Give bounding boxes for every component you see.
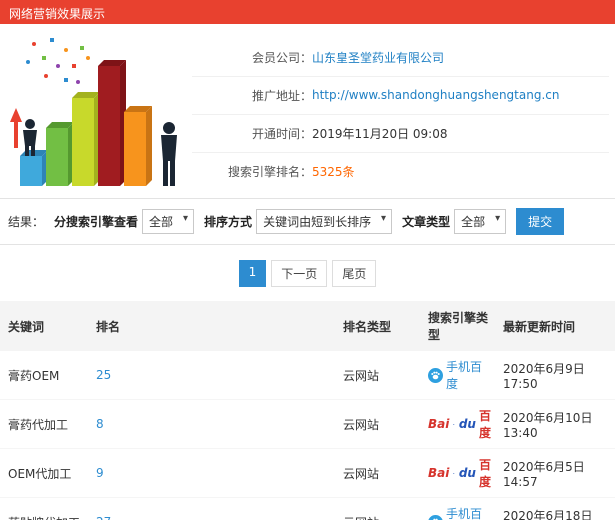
company-label: 会员公司： — [251, 50, 312, 65]
rank-link[interactable]: 8 — [88, 399, 335, 449]
type-filter-group: 文章类型 全部 — [402, 209, 507, 234]
open-time-value: 2019年11月20日 09:08 — [312, 126, 448, 141]
rank-count-label: 搜索引擎排名： — [227, 164, 312, 179]
col-updated: 最新更新时间 — [495, 301, 615, 351]
filters-bar: 结果： 分搜索引擎查看 全部 排序方式 关键词由短到长排序 文章类型 全部 提交 — [0, 198, 615, 245]
baidu-logo-du: du — [458, 417, 476, 431]
open-time-label: 开通时间： — [251, 126, 312, 141]
table-row: 药贴牌代加工 27 云网站 手机百度 2020年6月18日 10:25 — [0, 497, 615, 520]
keyword-cell: 膏药OEM — [0, 351, 88, 400]
keyword-cell: 膏药代加工 — [0, 399, 88, 449]
keyword-cell: 药贴牌代加工 — [0, 497, 88, 520]
info-row-open-time: 开通时间： 2019年11月20日 09:08 — [192, 115, 609, 153]
promo-url-link[interactable]: http://www.shandonghuangshengtang.cn — [312, 88, 559, 102]
table-header-row: 关键词 排名 排名类型 搜索引擎类型 最新更新时间 — [0, 301, 615, 351]
promo-url-label: 推广地址： — [251, 88, 312, 103]
table-row: OEM代加工 9 云网站 Bai du 百度 2020年6月5日 14:57 — [0, 448, 615, 498]
info-row-rank-count: 搜索引擎排名： 5325条 — [192, 153, 609, 190]
results-table: 关键词 排名 排名类型 搜索引擎类型 最新更新时间 膏药OEM 25 云网站 手… — [0, 301, 615, 520]
mobile-baidu-label: 手机百度 — [446, 360, 483, 391]
baidu-logo-bai: Bai — [428, 417, 450, 431]
engine-select[interactable]: 全部 — [142, 209, 195, 234]
col-keyword: 关键词 — [0, 301, 88, 351]
baidu-logo-du: du — [458, 466, 476, 480]
pagination: 1 下一页 尾页 — [0, 245, 615, 301]
type-select[interactable]: 全部 — [454, 209, 507, 234]
info-panel: 会员公司： 山东皇圣堂药业有限公司 推广地址： http://www.shand… — [0, 24, 615, 198]
col-rank-type: 排名类型 — [335, 301, 420, 351]
engine-filter-group: 分搜索引擎查看 全部 — [54, 209, 195, 234]
table-row: 膏药OEM 25 云网站 手机百度 2020年6月9日 17:50 — [0, 351, 615, 400]
rank-count-value: 5325条 — [312, 164, 355, 179]
info-row-company: 会员公司： 山东皇圣堂药业有限公司 — [192, 39, 609, 77]
rank-type-cell: 云网站 — [335, 497, 420, 520]
sort-select[interactable]: 关键词由短到长排序 — [256, 209, 393, 234]
rank-type-cell: 云网站 — [335, 399, 420, 449]
next-page-button[interactable]: 下一页 — [271, 260, 328, 287]
app-header: 网络营销效果展示 — [0, 0, 615, 24]
info-rows: 会员公司： 山东皇圣堂药业有限公司 推广地址： http://www.shand… — [192, 30, 615, 198]
page-title: 网络营销效果展示 — [9, 7, 106, 21]
col-rank: 排名 — [88, 301, 335, 351]
engine-filter-label: 分搜索引擎查看 — [54, 215, 139, 229]
baidu-logo-bai: Bai — [428, 466, 450, 480]
keyword-cell: OEM代加工 — [0, 448, 88, 498]
mobile-baidu-icon — [428, 368, 443, 383]
baidu-logo-cn: 百度 — [478, 458, 491, 489]
submit-button[interactable]: 提交 — [516, 208, 565, 235]
baidu-paw-icon — [453, 468, 454, 479]
rank-link[interactable]: 27 — [88, 497, 335, 520]
sort-filter-group: 排序方式 关键词由短到长排序 — [204, 209, 393, 234]
result-label: 结果： — [8, 215, 45, 229]
page-1-button[interactable]: 1 — [238, 260, 267, 287]
updated-cell: 2020年6月5日 14:57 — [495, 448, 615, 498]
type-filter-label: 文章类型 — [402, 215, 451, 229]
col-engine-type: 搜索引擎类型 — [420, 301, 495, 351]
updated-cell: 2020年6月9日 17:50 — [495, 351, 615, 400]
marketing-illustration — [10, 38, 177, 186]
company-link[interactable]: 山东皇圣堂药业有限公司 — [312, 51, 444, 65]
baidu-logo-cn: 百度 — [478, 409, 491, 440]
sort-filter-label: 排序方式 — [204, 215, 253, 229]
info-row-url: 推广地址： http://www.shandonghuangshengtang.… — [192, 77, 609, 115]
updated-cell: 2020年6月10日 13:40 — [495, 399, 615, 449]
rank-type-cell: 云网站 — [335, 448, 420, 498]
rank-link[interactable]: 9 — [88, 448, 335, 498]
table-row: 膏药代加工 8 云网站 Bai du 百度 2020年6月10日 13:40 — [0, 399, 615, 449]
last-page-button[interactable]: 尾页 — [332, 260, 377, 287]
baidu-paw-icon — [453, 419, 454, 430]
mobile-baidu-label: 手机百度 — [446, 507, 483, 520]
updated-cell: 2020年6月18日 10:25 — [495, 497, 615, 520]
mobile-baidu-icon — [428, 515, 443, 520]
rank-link[interactable]: 25 — [88, 351, 335, 400]
rank-type-cell: 云网站 — [335, 351, 420, 400]
